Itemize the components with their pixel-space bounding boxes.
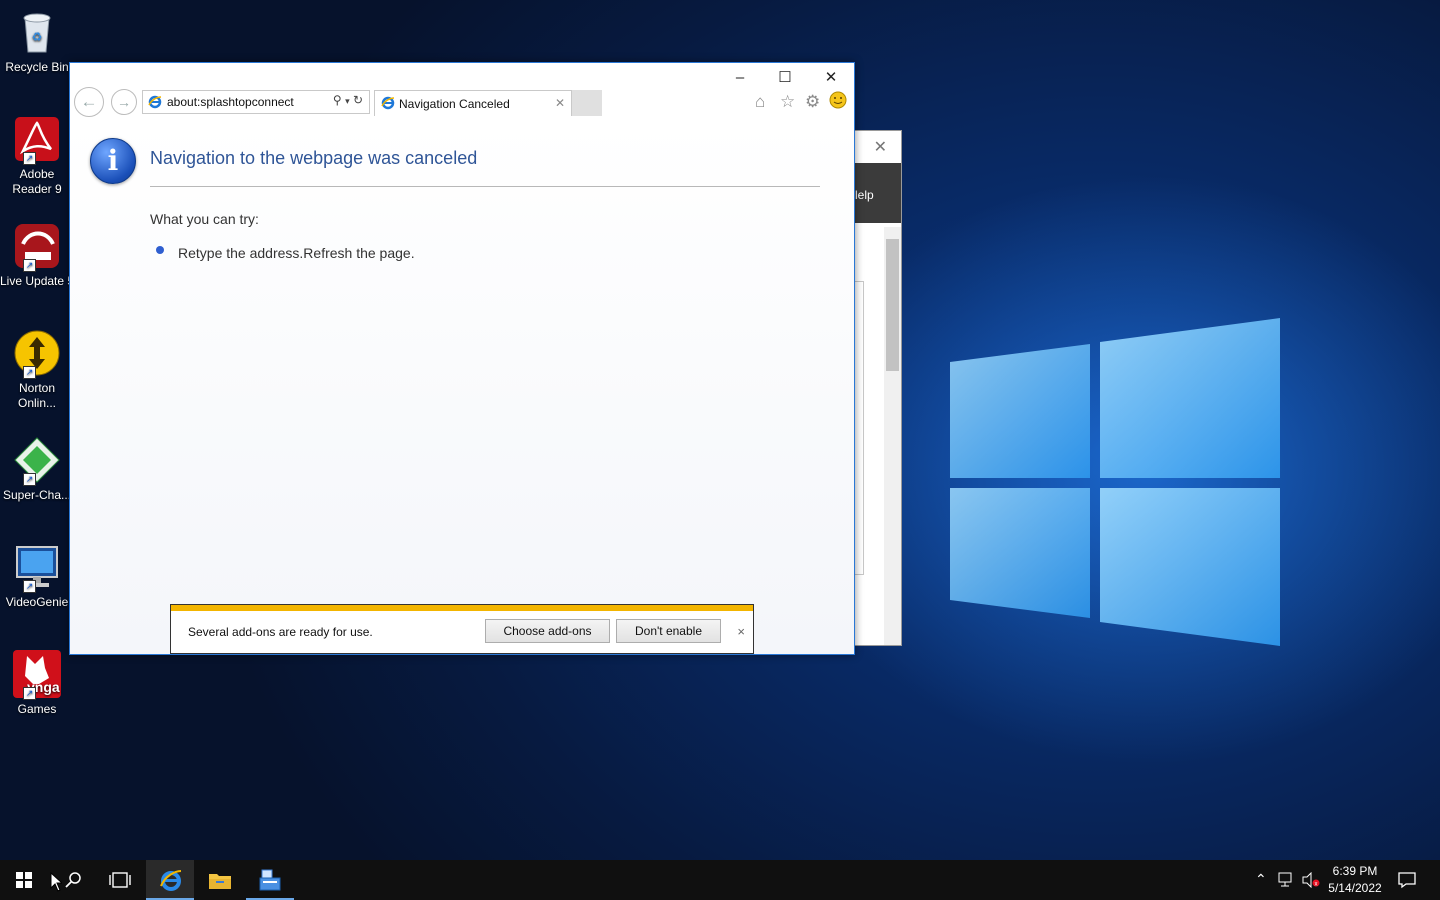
show-hidden-icons[interactable]: ⌃ <box>1255 871 1267 888</box>
desktop-icon-label: VideoGenie <box>5 595 69 609</box>
desktop-icon-label: Live Update 5 <box>0 274 70 288</box>
forward-button[interactable]: → <box>111 89 137 115</box>
new-tab-button[interactable] <box>572 90 602 116</box>
desktop-icon-label: Super-Cha... <box>2 488 72 502</box>
shortcut-arrow-icon: ↗ <box>23 366 36 379</box>
back-button[interactable]: ← <box>74 87 104 117</box>
desktop-icon-super-charger[interactable]: ↗ Super-Cha... <box>0 436 74 503</box>
smiley-feedback-icon[interactable] <box>829 91 847 114</box>
dont-enable-button[interactable]: Don't enable <box>616 619 721 643</box>
internet-explorer-icon <box>160 870 182 891</box>
info-icon: i <box>90 138 136 184</box>
favorites-star-icon[interactable]: ☆ <box>780 92 795 112</box>
ie-page-icon <box>148 95 162 109</box>
list-item: Retype the address.Refresh the page. <box>178 245 415 261</box>
zynga-games-icon: ynga ↗ <box>13 650 61 700</box>
desktop-icon-label: Norton Onlin... <box>17 381 56 410</box>
address-bar[interactable]: about:splashtopconnect ⚲ ▾ ↻ <box>142 90 370 114</box>
home-icon[interactable]: ⌂ <box>755 92 765 112</box>
desktop-icon-label: Games <box>17 702 57 716</box>
notification-icon <box>1398 872 1416 889</box>
notification-stripe <box>171 605 753 611</box>
bullet-icon <box>156 246 164 254</box>
desktop-icon-live-update[interactable]: ↗ Live Update 5 <box>0 222 74 289</box>
svg-text:x: x <box>1315 882 1318 888</box>
divider <box>150 186 820 187</box>
try-label: What you can try: <box>150 211 259 227</box>
desktop-icon-adobe-reader[interactable]: ↗ Adobe Reader 9 <box>0 115 74 197</box>
scrollbar-thumb[interactable] <box>886 239 899 371</box>
shortcut-arrow-icon: ↗ <box>23 687 36 700</box>
videogenie-icon: ↗ <box>13 543 61 593</box>
taskbar-internet-explorer[interactable] <box>146 860 194 900</box>
shortcut-arrow-icon: ↗ <box>23 259 36 272</box>
close-button[interactable]: ✕ <box>811 67 851 89</box>
desktop-icon-label: Recycle Bin <box>5 60 69 74</box>
taskbar-file-explorer[interactable] <box>196 860 244 900</box>
clock-date: 5/14/2022 <box>1328 881 1382 895</box>
taskbar-app[interactable] <box>246 860 294 900</box>
address-tools: ⚲ ▾ ↻ <box>333 93 363 107</box>
notification-close-icon[interactable]: × <box>737 624 745 639</box>
page-content: i Navigation to the webpage was canceled… <box>70 123 854 654</box>
windows-logo-wallpaper <box>950 318 1280 646</box>
volume-muted-icon[interactable]: x <box>1302 871 1320 891</box>
addons-notification-bar: Several add-ons are ready for use. Choos… <box>170 604 754 654</box>
svg-text:♻: ♻ <box>32 30 43 44</box>
background-window-scrollbar[interactable] <box>884 227 901 645</box>
page-heading: Navigation to the webpage was canceled <box>150 148 478 168</box>
live-update-icon: ↗ <box>13 222 61 272</box>
notification-message: Several add-ons are ready for use. <box>188 625 373 639</box>
desktop-icon-norton[interactable]: ↗ Norton Onlin... <box>0 329 74 411</box>
norton-icon: ↗ <box>13 329 61 379</box>
address-text[interactable]: about:splashtopconnect <box>167 95 294 109</box>
search-icon <box>65 872 81 888</box>
taskbar: ⌃ x 6:39 PM 5/14/2022 <box>0 860 1440 900</box>
super-charger-icon: ↗ <box>13 436 61 486</box>
mouse-cursor-icon <box>50 872 62 892</box>
desktop-icon-recycle-bin[interactable]: ♻ Recycle Bin <box>0 8 74 75</box>
system-clock[interactable]: 6:39 PM 5/14/2022 <box>1320 863 1390 897</box>
recycle-bin-icon: ♻ <box>13 8 61 56</box>
minimize-button[interactable]: – <box>720 67 760 89</box>
dropdown-icon[interactable]: ▾ <box>345 96 350 106</box>
choose-addons-button[interactable]: Choose add-ons <box>485 619 610 643</box>
close-icon[interactable]: ✕ <box>874 137 887 157</box>
desktop-icon-zynga-games[interactable]: ynga ↗ Games <box>0 650 74 717</box>
ie-window[interactable]: – ☐ ✕ ← → about:splashtopconnect ⚲ ▾ ↻ N… <box>69 62 855 655</box>
shortcut-arrow-icon: ↗ <box>23 580 36 593</box>
start-button[interactable] <box>0 860 48 900</box>
maximize-button[interactable]: ☐ <box>765 67 805 89</box>
app-window-icon <box>259 869 281 891</box>
tab-navigation-canceled[interactable]: Navigation Canceled ✕ <box>374 90 572 116</box>
windows-start-icon <box>16 872 32 888</box>
adobe-reader-icon: ↗ <box>13 115 61 165</box>
clock-time: 6:39 PM <box>1332 864 1378 878</box>
tab-close-icon[interactable]: ✕ <box>555 96 565 110</box>
task-view-button[interactable] <box>96 860 144 900</box>
action-center-button[interactable] <box>1398 871 1416 892</box>
help-menu-text[interactable]: lelp <box>855 188 874 202</box>
task-view-icon <box>109 872 131 888</box>
file-explorer-icon <box>209 874 231 889</box>
shortcut-arrow-icon: ↗ <box>23 152 36 165</box>
desktop-icon-videogenie[interactable]: ↗ VideoGenie <box>0 543 74 610</box>
search-icon[interactable]: ⚲ <box>333 93 342 107</box>
background-window-frame <box>855 281 864 575</box>
refresh-icon[interactable]: ↻ <box>353 93 363 107</box>
ie-page-icon <box>381 96 395 110</box>
desktop-icon-label: Adobe Reader 9 <box>12 167 62 196</box>
settings-gear-icon[interactable]: ⚙ <box>805 92 820 112</box>
network-icon[interactable] <box>1278 872 1296 891</box>
shortcut-arrow-icon: ↗ <box>23 473 36 486</box>
tab-title: Navigation Canceled <box>399 97 510 111</box>
